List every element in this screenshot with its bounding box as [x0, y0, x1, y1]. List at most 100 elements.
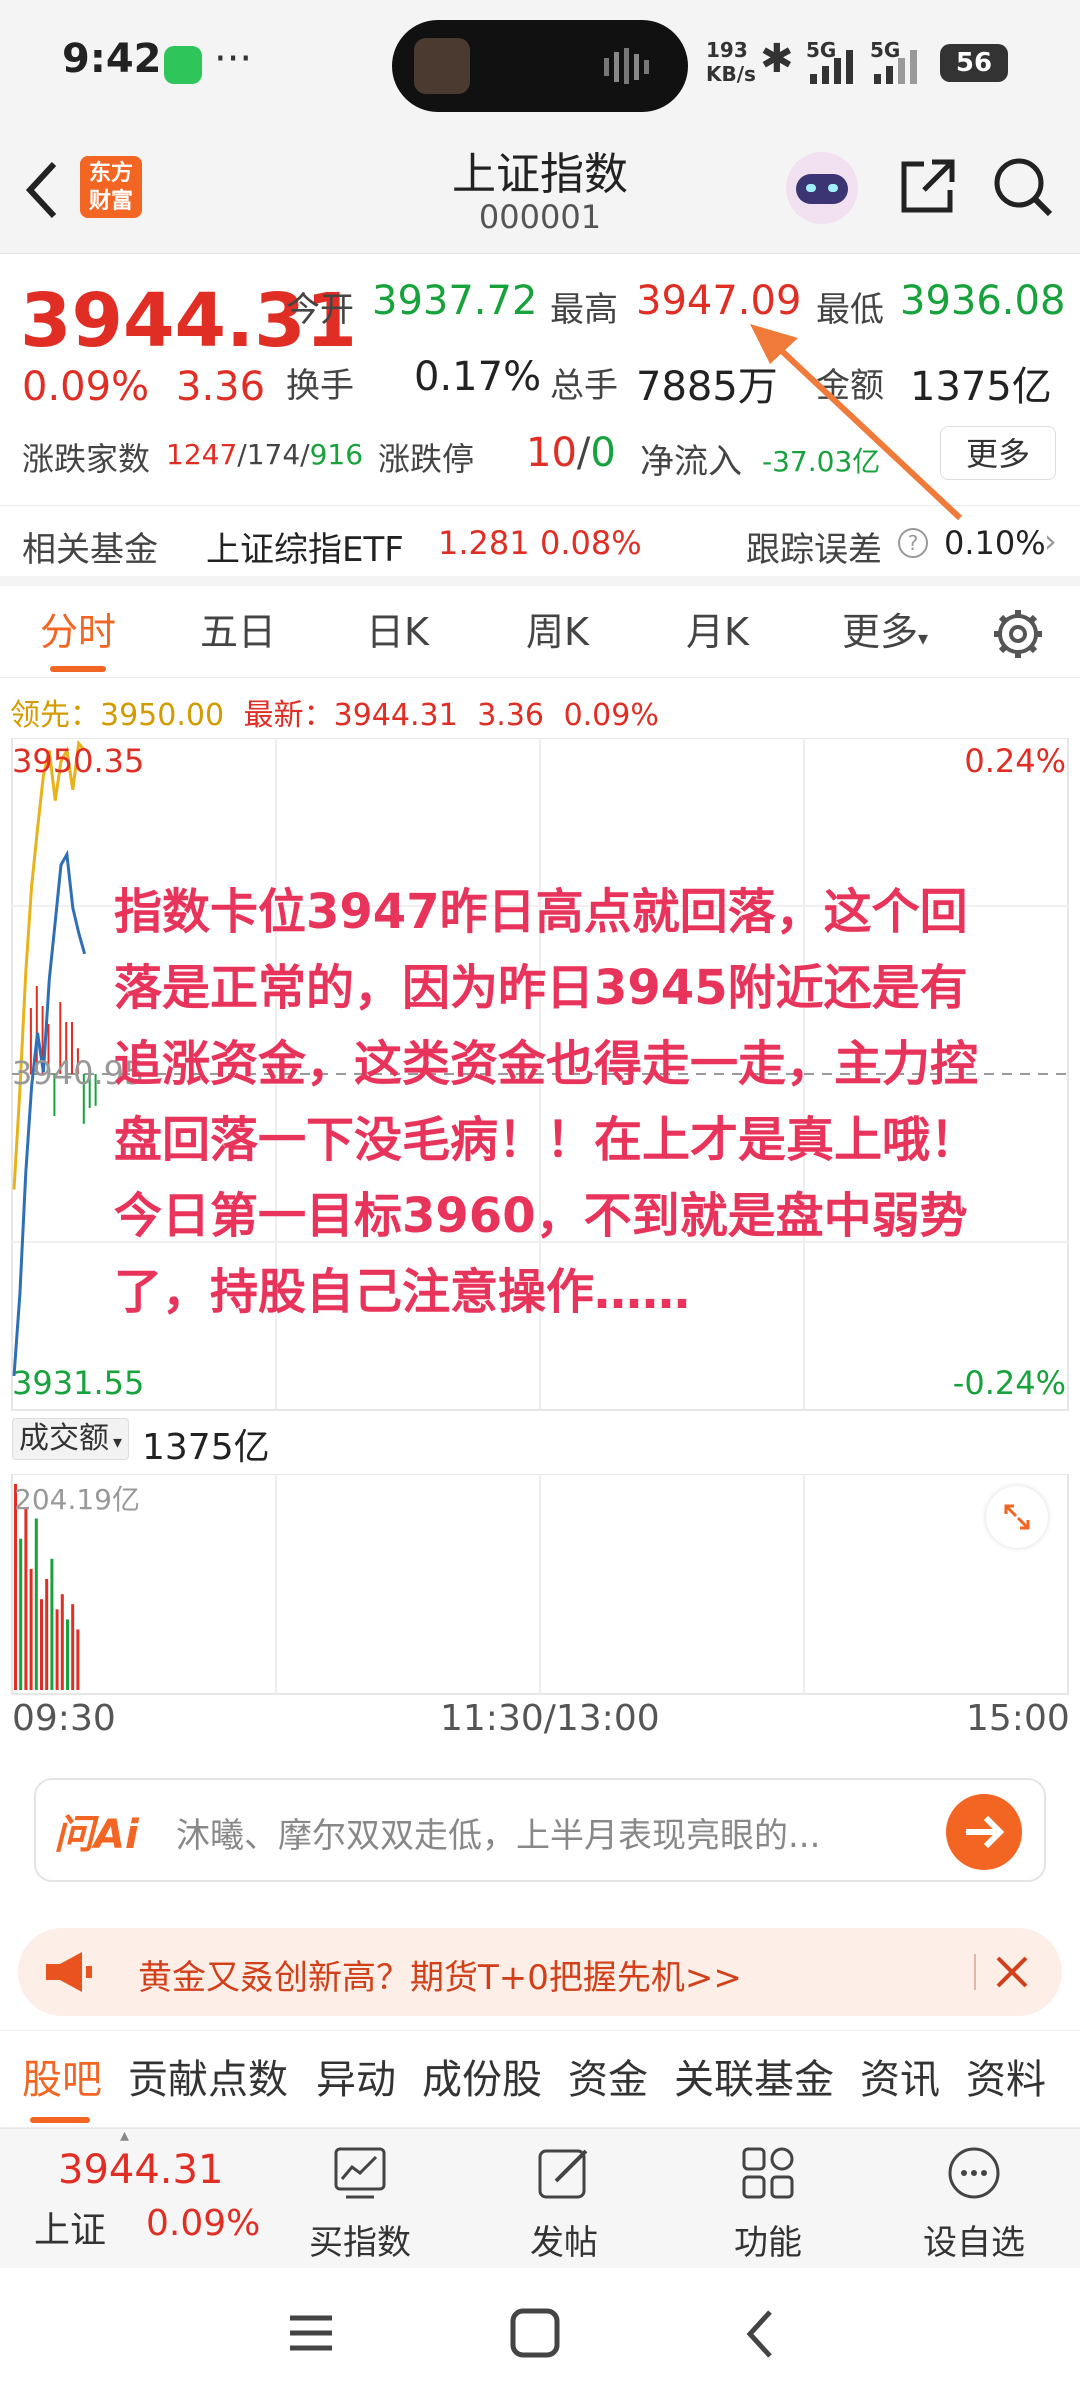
menu-icon[interactable]: [286, 2308, 336, 2358]
divider: [974, 1954, 976, 1990]
volume-bar: [24, 1508, 28, 1690]
annotation-text: 指数卡位3947昨日高点就回落，这个回落是正常的，因为昨日3945附近还是有追涨…: [114, 884, 979, 1320]
turnover-value: 0.17%: [414, 354, 542, 400]
volume-label: 总手: [550, 366, 618, 406]
buy-index-button[interactable]: 买指数: [280, 2129, 440, 2269]
settings-icon[interactable]: [992, 608, 1044, 660]
nav-price: 3944.31: [58, 2147, 224, 2193]
change-amount: 3.36: [176, 364, 266, 410]
intraday-chart-area: 领先：3950.00 最新：3944.31 3.36 0.09% 3950.35…: [0, 324, 1080, 1748]
tab-5day[interactable]: 五日: [200, 586, 276, 678]
breadth-label: 涨跌家数: [22, 440, 151, 478]
volume-selector[interactable]: 成交额 ▾: [12, 1418, 130, 1460]
ask-ai-section: 问Ai 沐曦、摩尔双双走低，上半月表现亮眼的...: [0, 1748, 1080, 1898]
limit-up: 10: [526, 430, 577, 476]
tab-weekly-k[interactable]: 周K: [526, 586, 589, 678]
chevron-right-icon: ›: [1044, 522, 1057, 560]
tab-contribution[interactable]: 贡献点数: [128, 2031, 288, 2129]
net-speed-unit: KB/s: [706, 62, 756, 86]
x-axis-mid: 11:30/13:00: [440, 1698, 660, 1739]
dynamic-island: [392, 20, 688, 112]
arrow-right-icon: [966, 1815, 1005, 1849]
volume-bar: [50, 1558, 54, 1690]
tab-news[interactable]: 资讯: [860, 2031, 940, 2129]
y-axis-bottom: 3931.55: [12, 1364, 145, 1402]
caret-down-icon: ▾: [113, 1432, 123, 1453]
volume-bar: [19, 1538, 23, 1690]
send-button[interactable]: [946, 1794, 1022, 1870]
volume-bar: [76, 1629, 80, 1690]
down-count: 916: [309, 438, 364, 471]
ask-ai-placeholder: 沐曦、摩尔双双走低，上半月表现亮眼的...: [176, 1816, 821, 1856]
net-speed-value: 193: [706, 38, 748, 62]
tab-related-funds[interactable]: 关联基金: [674, 2031, 834, 2129]
functions-button[interactable]: 功能: [688, 2129, 848, 2269]
nav-pct: 0.09%: [146, 2203, 261, 2244]
tab-monthly-k[interactable]: 月K: [686, 586, 749, 678]
ai-robot-icon[interactable]: [786, 152, 858, 224]
signal-icon: [810, 50, 853, 84]
chart-period-tabs: 分时 五日 日K 周K 月K 更多▾: [0, 586, 1080, 678]
volume-bar: [40, 1599, 43, 1690]
promo-banner[interactable]: 黄金又叒创新高？期货T+0把握先机>>: [18, 1928, 1062, 2016]
battery-icon: 56: [940, 44, 1008, 82]
expand-icon[interactable]: [986, 1486, 1048, 1548]
more-dots: ···: [214, 36, 253, 82]
waveform-icon: [604, 48, 649, 84]
tab-daily-k[interactable]: 日K: [366, 586, 429, 678]
volume-bar: [71, 1604, 75, 1690]
fund-label: 相关基金: [22, 530, 158, 570]
ask-ai-logo: 问Ai: [54, 1812, 139, 1858]
wechat-icon: [164, 46, 202, 84]
tab-intraday[interactable]: 分时: [40, 586, 116, 678]
latest-label: 最新：: [243, 698, 334, 733]
back-icon[interactable]: [22, 158, 62, 222]
share-icon[interactable]: [898, 156, 958, 216]
pct-axis-bottom: -0.24%: [952, 1364, 1066, 1402]
volume-bar: [60, 1594, 64, 1690]
volume-bar: [45, 1579, 49, 1690]
home-icon[interactable]: [508, 2306, 562, 2360]
leader-label: 领先：: [10, 698, 100, 733]
tab-constituents[interactable]: 成份股: [422, 2031, 542, 2129]
media-thumbnail: [414, 38, 470, 94]
volume-bar: [66, 1619, 69, 1690]
volume-bar: [34, 1518, 38, 1690]
grid-icon: [742, 2147, 794, 2199]
add-watchlist-button[interactable]: 设自选: [894, 2129, 1054, 2269]
nav-index-name: 上证: [34, 2210, 107, 2251]
tab-guba[interactable]: 股吧: [22, 2031, 102, 2129]
bluetooth-icon: ✱: [760, 36, 794, 82]
status-bar: 9:42 ··· 193 KB/s ✱ 5G 5G 56: [0, 0, 1080, 128]
leader-value: 3950.00: [100, 698, 225, 733]
open-value: 3937.72: [372, 278, 538, 324]
limit-values: 10/0: [526, 430, 616, 476]
post-button[interactable]: 发帖: [484, 2129, 644, 2269]
latest-pct: 0.09%: [563, 698, 659, 733]
fund-pct: 0.08%: [540, 524, 642, 562]
tab-more[interactable]: 更多▾: [842, 586, 928, 678]
up-count: 1247: [166, 438, 238, 471]
y-axis-top: 3950.35: [12, 742, 145, 780]
tab-anomaly[interactable]: 异动: [316, 2031, 396, 2129]
flat-count: 174: [246, 438, 301, 471]
open-label: 今开: [286, 290, 354, 330]
high-label: 最高: [550, 290, 618, 330]
back-nav-icon[interactable]: [740, 2306, 780, 2362]
signal-icon-2: [874, 50, 917, 84]
ask-ai-box[interactable]: 问Ai 沐曦、摩尔双双走低，上半月表现亮眼的...: [34, 1778, 1046, 1882]
x-axis-end: 15:00: [966, 1698, 1070, 1739]
volume-max-label: 204.19亿: [14, 1483, 140, 1516]
latest-value: 3944.31: [333, 698, 458, 733]
header: 东方 财富 上证指数 000001: [0, 128, 1080, 254]
fund-name: 上证综指ETF: [206, 530, 404, 570]
fund-price: 1.281: [438, 524, 530, 562]
close-icon[interactable]: [992, 1952, 1032, 1992]
limit-down: 0: [590, 430, 616, 476]
search-icon[interactable]: [992, 156, 1054, 218]
content-tabs: 股吧 贡献点数 异动 成份股 资金 关联基金 资讯 资料: [0, 2030, 1080, 2128]
tab-profile[interactable]: 资料: [966, 2031, 1046, 2129]
tab-capital[interactable]: 资金: [568, 2031, 648, 2129]
change-pct: 0.09%: [22, 364, 150, 410]
caret-down-icon: ▾: [918, 626, 929, 650]
